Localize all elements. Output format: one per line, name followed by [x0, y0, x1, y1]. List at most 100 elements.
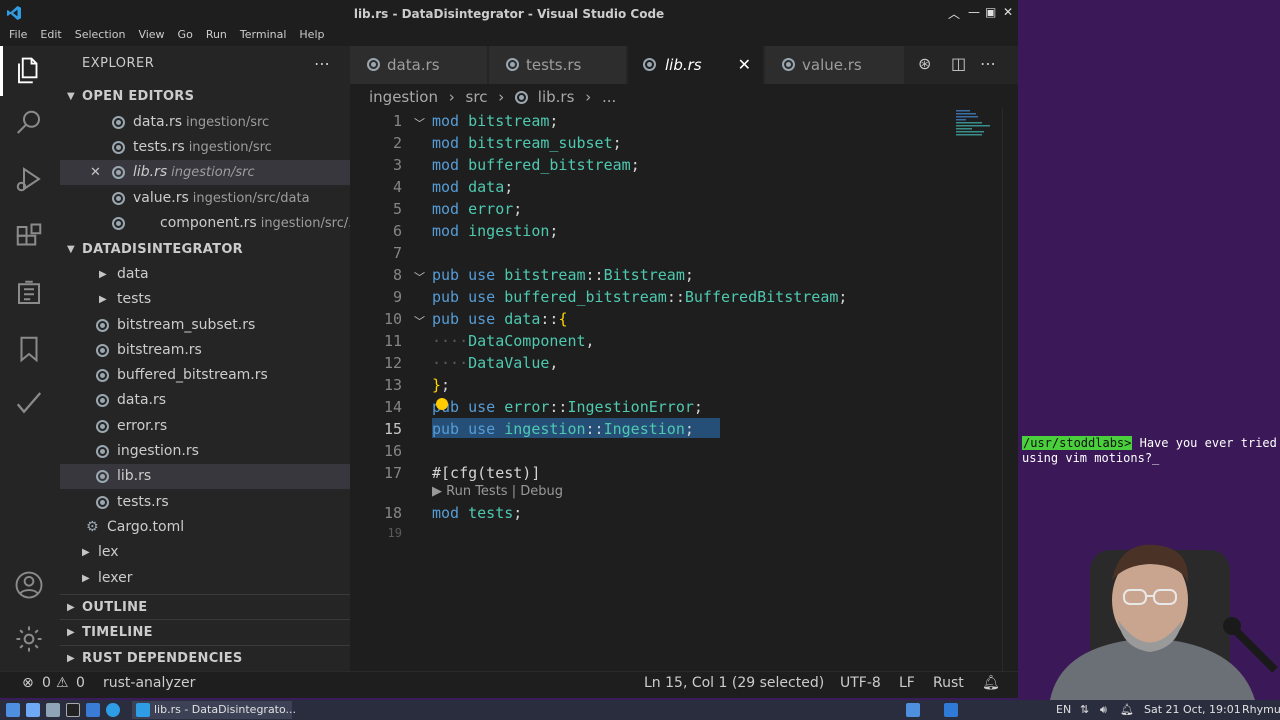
end-of-line[interactable]: LF — [899, 672, 915, 694]
menu-go[interactable]: Go — [169, 28, 197, 48]
timeline-section[interactable]: ▶ TIMELINE — [60, 619, 350, 644]
open-editor-item[interactable]: tests.rs ingestion/src — [60, 135, 350, 160]
errors-icon[interactable]: ⊗ — [22, 672, 34, 694]
file-item[interactable]: bitstream_subset.rs — [60, 313, 350, 338]
tray-browser-icon[interactable] — [944, 703, 958, 717]
split-editor-icon[interactable]: ◫ — [951, 54, 966, 73]
breadcrumb-item[interactable]: ... — [602, 88, 616, 106]
open-editor-item[interactable]: data.rs ingestion/src — [60, 110, 350, 135]
more-actions-icon[interactable]: ⋯ — [314, 54, 330, 73]
chevron-right-icon: ▶ — [82, 573, 90, 584]
close-icon[interactable]: ✕ — [1003, 5, 1013, 19]
code-line: mod bitstream; — [432, 112, 559, 130]
files-icon[interactable] — [46, 703, 60, 717]
menu-file[interactable]: File — [0, 28, 31, 48]
tray-app-icon[interactable] — [906, 703, 920, 717]
fold-chevron-icon[interactable]: ﹀ — [414, 115, 425, 131]
menu-run[interactable]: Run — [197, 28, 231, 48]
folder-item[interactable]: ▶ lex — [60, 540, 350, 565]
rust-analyzer-status[interactable]: rust-analyzer — [103, 672, 195, 694]
remote-explorer-icon[interactable] — [14, 278, 48, 312]
search-icon[interactable] — [86, 703, 100, 717]
run-debug-icon[interactable] — [14, 164, 48, 198]
file-item-selected[interactable]: lib.rs — [60, 464, 350, 489]
tab-bar: data.rs tests.rs lib.rs ✕ value.rs ⊛ ◫ ⋯ — [350, 46, 1018, 84]
terminal-icon[interactable] — [66, 703, 80, 717]
minimize-icon[interactable]: — — [968, 5, 980, 19]
breadcrumb-item[interactable]: ingestion — [369, 88, 438, 106]
open-editor-item[interactable]: component.rsingestion/src/... — [60, 211, 350, 236]
clock[interactable]: Sat 21 Oct, 19:01 — [1144, 703, 1241, 716]
chevron-up-icon[interactable]: ︿ — [948, 5, 960, 22]
cursor-position[interactable]: Ln 15, Col 1 (29 selected) — [644, 672, 824, 694]
breadcrumb-item[interactable]: src — [466, 88, 488, 106]
file-item[interactable]: tests.rs — [60, 490, 350, 515]
vertical-scrollbar[interactable] — [1002, 108, 1016, 671]
fold-chevron-icon[interactable]: ﹀ — [414, 269, 425, 285]
settings-gear-icon[interactable] — [14, 624, 48, 658]
open-editor-item-active[interactable]: ✕ lib.rs ingestion/src — [60, 160, 350, 185]
line-number: 17 — [383, 464, 402, 482]
language-mode[interactable]: Rust — [933, 672, 964, 694]
tab-tests-rs[interactable]: tests.rs — [489, 46, 627, 84]
line-number: 14 — [383, 398, 402, 416]
open-editors-header[interactable]: ▼ OPEN EDITORS — [60, 84, 350, 109]
notifications-bell-icon[interactable]: 🔔︎ — [982, 672, 1000, 694]
rust-file-icon — [643, 58, 656, 71]
notifications-bell-icon[interactable]: 🔔︎ — [1120, 703, 1134, 716]
search-icon[interactable] — [14, 108, 48, 142]
rust-dependencies-section[interactable]: ▶ RUST DEPENDENCIES — [60, 645, 350, 670]
desktop-background: /usr/stoddlabs> Have you ever tried usin… — [1018, 0, 1280, 700]
user-name[interactable]: Rhymu — [1242, 703, 1280, 716]
title-bar: lib.rs - DataDisintegrator - Visual Stud… — [0, 0, 1018, 28]
account-icon[interactable] — [14, 570, 48, 604]
error-count[interactable]: 0 — [42, 672, 51, 694]
file-item[interactable]: ⚙ Cargo.toml — [60, 515, 350, 540]
close-editor-icon[interactable]: ✕ — [90, 160, 101, 185]
code-editor[interactable]: 1 2 3 4 5 6 7 8 9 10 11 12 13 14 15 16 1… — [350, 108, 1018, 671]
folder-item[interactable]: ▶ lexer — [60, 566, 350, 591]
run-tests-codelens[interactable]: ▶ Run Tests | Debug — [432, 484, 563, 499]
outline-section[interactable]: ▶ OUTLINE — [60, 594, 350, 619]
minimap[interactable] — [952, 108, 1002, 148]
more-actions-icon[interactable]: ⋯ — [980, 54, 996, 73]
file-item[interactable]: data.rs — [60, 388, 350, 413]
lightbulb-icon[interactable] — [436, 398, 448, 410]
checkmark-icon[interactable] — [14, 388, 48, 422]
tab-value-rs[interactable]: value.rs — [765, 46, 905, 84]
encoding[interactable]: UTF-8 — [840, 672, 881, 694]
open-editor-item[interactable]: value.rs ingestion/src/data — [60, 186, 350, 211]
fold-chevron-icon[interactable]: ﹀ — [414, 313, 425, 329]
maximize-icon[interactable]: ▣ — [985, 5, 996, 19]
webcam-person-image — [1020, 520, 1280, 700]
breadcrumb-item[interactable]: lib.rs — [538, 88, 575, 106]
keyboard-layout[interactable]: EN — [1056, 703, 1071, 716]
file-item[interactable]: bitstream.rs — [60, 338, 350, 363]
warning-icon[interactable]: ⚠ — [56, 672, 69, 694]
folder-item[interactable]: ▶ tests — [60, 287, 350, 312]
menu-help[interactable]: Help — [290, 28, 328, 48]
explorer-icon[interactable] — [14, 56, 48, 90]
menu-view[interactable]: View — [129, 28, 168, 48]
tab-data-rs[interactable]: data.rs — [350, 46, 488, 84]
rust-file-icon — [96, 445, 109, 458]
volume-icon[interactable]: 🔊︎ — [1100, 703, 1107, 717]
browser-icon[interactable] — [106, 703, 120, 717]
bookmark-icon[interactable] — [14, 334, 48, 368]
rust-tab-icon[interactable]: ⊛ — [918, 54, 931, 73]
file-item[interactable]: error.rs — [60, 414, 350, 439]
menu-selection[interactable]: Selection — [66, 28, 130, 48]
file-item[interactable]: buffered_bitstream.rs — [60, 363, 350, 388]
tab-close-icon[interactable]: ✕ — [738, 46, 751, 84]
network-icon[interactable]: ⇅ — [1080, 703, 1089, 716]
project-header[interactable]: ▼ DATADISINTEGRATOR — [60, 237, 350, 262]
menu-terminal[interactable]: Terminal — [231, 28, 291, 48]
extensions-icon[interactable] — [14, 222, 48, 256]
file-manager-icon[interactable] — [26, 703, 40, 717]
folder-item[interactable]: ▶ data — [60, 262, 350, 287]
file-item[interactable]: ingestion.rs — [60, 439, 350, 464]
menu-edit[interactable]: Edit — [31, 28, 65, 48]
warning-count[interactable]: 0 — [76, 672, 85, 694]
tab-lib-rs[interactable]: lib.rs ✕ — [628, 46, 764, 84]
app-menu-icon[interactable] — [6, 703, 20, 717]
